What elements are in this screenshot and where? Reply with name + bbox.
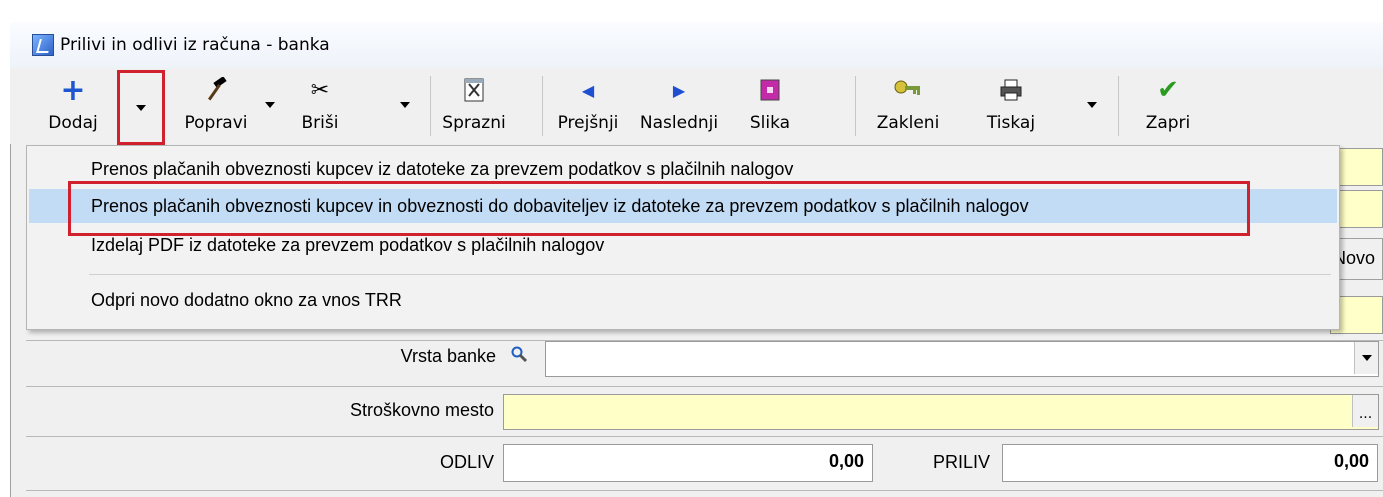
app-icon <box>32 34 54 56</box>
cost-center-label: Stroškovno mesto <box>349 400 494 420</box>
menu-item-highlight-box <box>68 181 1250 236</box>
clear-button[interactable]: Sprazni <box>434 68 514 144</box>
previous-button[interactable]: ◀ Prejšnji <box>553 68 623 144</box>
next-button[interactable]: ▶ Naslednji <box>632 68 726 144</box>
cost-center-field[interactable]: ... <box>503 394 1379 430</box>
inflow-field[interactable]: 0,00 <box>1002 444 1378 482</box>
arrow-left-icon: ◀ <box>581 80 595 100</box>
print-button-label: Tiskaj <box>986 113 1036 133</box>
printer-icon <box>973 76 1049 104</box>
menu-separator <box>89 274 1331 275</box>
toolbar: + Dodaj Popravi ✂ Briši Sprazni ◀ Prejšn… <box>10 68 1383 144</box>
toolbar-separator <box>1118 76 1119 136</box>
delete-button[interactable]: ✂ Briši <box>292 68 348 144</box>
edit-button[interactable]: Popravi <box>172 68 260 144</box>
print-dropdown-arrow[interactable] <box>1085 98 1099 114</box>
outflow-value: 0,00 <box>828 451 864 471</box>
outflow-field[interactable]: 0,00 <box>503 444 873 482</box>
bank-type-label: Vrsta banke <box>400 346 496 366</box>
print-button[interactable]: Tiskaj <box>973 68 1049 144</box>
chevron-down-icon[interactable] <box>1354 342 1378 374</box>
inflow-label: PRILIV <box>932 452 990 472</box>
menu-item-open-trr-window[interactable]: Odpri novo dodatno okno za vnos TRR <box>29 283 1337 317</box>
search-icon[interactable] <box>510 345 530 370</box>
scissors-icon: ✂ <box>310 77 330 103</box>
inflow-value: 0,00 <box>1333 451 1369 471</box>
add-dropdown-highlight <box>117 70 165 145</box>
add-dropdown-arrow[interactable] <box>134 101 148 117</box>
image-icon <box>742 76 798 104</box>
image-button[interactable]: Slika <box>742 68 798 144</box>
title-bar: Prilivi in odlivi iz računa - banka <box>10 22 1383 68</box>
lock-button-label: Zakleni <box>876 113 940 133</box>
edit-button-label: Popravi <box>184 113 248 133</box>
delete-dropdown-arrow[interactable] <box>398 98 412 114</box>
row-divider <box>26 436 1383 437</box>
plus-icon: + <box>60 72 86 108</box>
edit-dropdown-arrow[interactable] <box>263 98 277 114</box>
hammer-icon <box>172 76 260 104</box>
lock-button[interactable]: Zakleni <box>868 68 948 144</box>
row-divider <box>26 386 1383 387</box>
delete-button-label: Briši <box>301 113 339 133</box>
bank-type-select[interactable] <box>545 341 1379 377</box>
close-button[interactable]: ✔ Zapri <box>1138 68 1198 144</box>
arrow-right-icon: ▶ <box>672 80 686 100</box>
close-button-label: Zapri <box>1145 113 1191 133</box>
toolbar-separator <box>430 76 431 136</box>
key-icon <box>868 76 948 104</box>
image-button-label: Slika <box>749 113 791 133</box>
clear-form-icon <box>434 76 514 104</box>
add-button-label: Dodaj <box>48 113 98 133</box>
checkmark-icon: ✔ <box>1157 75 1179 105</box>
add-button[interactable]: + Dodaj <box>44 68 102 144</box>
next-button-label: Naslednji <box>639 113 719 133</box>
clear-button-label: Sprazni <box>442 113 506 133</box>
ellipsis-button[interactable]: ... <box>1352 395 1378 427</box>
previous-button-label: Prejšnji <box>557 113 619 133</box>
add-dropdown-menu: Prenos plačanih obveznosti kupcev iz dat… <box>26 145 1340 330</box>
toolbar-separator <box>542 76 543 136</box>
outflow-label: ODLIV <box>439 452 494 472</box>
window-title: Prilivi in odlivi iz računa - banka <box>60 35 330 55</box>
row-divider <box>26 490 1383 491</box>
toolbar-separator <box>855 76 856 136</box>
